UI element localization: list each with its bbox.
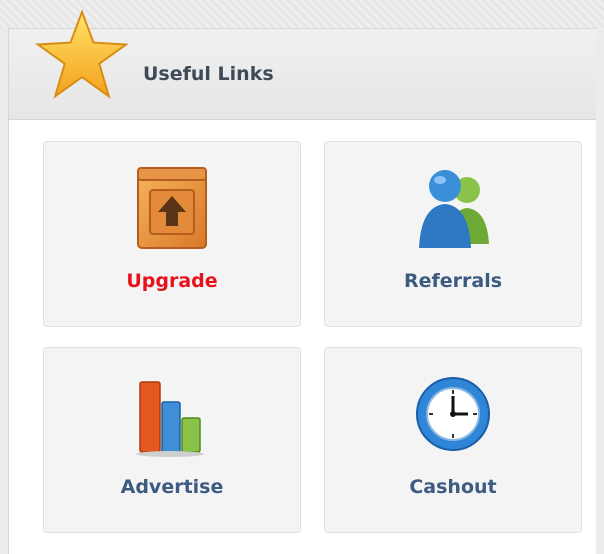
tile-advertise-label: Advertise (120, 476, 224, 498)
useful-links-panel: Useful Links Upgrade Referrals Advertise… (8, 28, 604, 554)
tile-referrals-label: Referrals (403, 270, 503, 292)
tile-referrals[interactable]: Referrals (324, 141, 582, 327)
users-icon (419, 170, 489, 248)
tile-advertise[interactable]: Advertise (43, 347, 301, 533)
star-icon (35, 9, 129, 99)
tile-cashout[interactable]: Cashout (324, 347, 582, 533)
tile-upgrade-label: Upgrade (126, 270, 218, 292)
bar-chart-icon (136, 381, 204, 457)
upgrade-box-icon (137, 167, 207, 249)
tile-upgrade[interactable]: Upgrade (43, 141, 301, 327)
clock-icon (416, 377, 490, 451)
tile-cashout-label: Cashout (409, 476, 497, 498)
right-edge (596, 28, 604, 554)
panel-title: Useful Links (143, 63, 274, 85)
